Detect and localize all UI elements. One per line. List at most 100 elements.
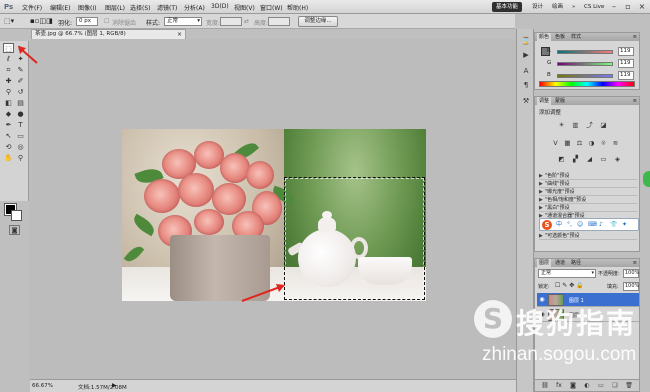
close-tab-icon[interactable]: × — [177, 30, 182, 39]
hue-saturation-icon[interactable]: ▦ — [563, 139, 572, 148]
preset-exposure[interactable]: ▶ "曝光度"预设 — [539, 189, 637, 196]
tab-paths[interactable]: 路径 — [569, 259, 583, 267]
blue-value[interactable]: 119 — [618, 71, 634, 80]
posterize-icon[interactable]: ▞ — [571, 155, 580, 164]
healing-brush-tool-icon[interactable]: ✚ — [3, 76, 14, 86]
menu-edit[interactable]: 编辑(E) — [50, 3, 70, 12]
invert-icon[interactable]: ◩ — [557, 155, 566, 164]
preset-levels[interactable]: ▶ "色阶"预设 — [539, 173, 637, 180]
3d-camera-tool-icon[interactable]: ◎ — [15, 142, 26, 152]
menu-3d[interactable]: 3D(D) — [211, 3, 229, 10]
panel-menu-icon[interactable]: ≡ — [633, 259, 637, 267]
document-image[interactable] — [122, 129, 426, 301]
clone-stamp-tool-icon[interactable]: ⚲ — [3, 87, 14, 97]
status-menu-arrow-icon[interactable]: ▶ — [112, 382, 117, 389]
preset-curves[interactable]: ▶ "曲线"预设 — [539, 181, 637, 188]
ime-skin-icon[interactable]: 👕 — [610, 221, 617, 229]
green-track[interactable] — [557, 62, 613, 66]
history-brush-tool-icon[interactable]: ↺ — [15, 87, 26, 97]
add-mask-icon[interactable]: ◙ — [569, 382, 577, 390]
crop-tool-icon[interactable]: ⌗ — [3, 65, 14, 75]
pen-tool-icon[interactable]: ✒ — [3, 120, 14, 130]
antialias-checkbox[interactable]: ☐ — [104, 18, 109, 25]
blur-tool-icon[interactable]: ◆ — [3, 109, 14, 119]
zoom-level[interactable]: 66.67% — [30, 380, 53, 392]
quick-mask-icon[interactable]: ◙ — [9, 225, 20, 235]
zoom-tool-icon[interactable]: ⚲ — [15, 153, 26, 163]
gradient-map-icon[interactable]: ▭ — [599, 155, 608, 164]
actions-panel-icon[interactable]: ▶ — [520, 49, 532, 61]
threshold-icon[interactable]: ◢ — [585, 155, 594, 164]
rect-marquee-tool-icon[interactable]: ⬚ — [3, 43, 14, 53]
green-value[interactable]: 119 — [618, 59, 634, 68]
blue-slider[interactable]: B 119 — [547, 71, 637, 81]
menu-filter[interactable]: 滤镜(T) — [157, 3, 177, 12]
panel-menu-icon[interactable]: ≡ — [633, 97, 637, 105]
tab-masks[interactable]: 蒙版 — [553, 97, 567, 105]
minimize-icon[interactable]: – — [608, 1, 620, 12]
green-slider[interactable]: G 119 — [547, 59, 637, 69]
black-white-icon[interactable]: ◑ — [587, 139, 596, 148]
ime-chinese-mode[interactable]: 中 — [556, 221, 562, 229]
link-layers-icon[interactable]: ⛓ — [541, 382, 549, 390]
photo-filter-icon[interactable]: ⌾ — [599, 139, 608, 148]
menu-analysis[interactable]: 分析(A) — [184, 3, 205, 12]
restore-icon[interactable]: ▫ — [622, 1, 634, 12]
tab-layers[interactable]: 图层 — [537, 259, 552, 267]
curves-icon[interactable]: ⤴ — [585, 121, 594, 130]
menu-view[interactable]: 视图(V) — [234, 3, 255, 12]
tab-adjustments[interactable]: 调整 — [537, 97, 552, 105]
feather-input[interactable]: 0 px — [76, 17, 98, 26]
color-balance-icon[interactable]: ⚖ — [575, 139, 584, 148]
fill-input[interactable]: 100% — [623, 282, 639, 291]
tab-color[interactable]: 颜色 — [537, 33, 552, 41]
menu-image[interactable]: 图像(I) — [78, 3, 96, 12]
ime-tools-icon[interactable]: ✦ — [622, 221, 627, 229]
height-input[interactable] — [268, 17, 290, 26]
history-panel-icon[interactable]: ⌛ — [520, 35, 532, 47]
exposure-icon[interactable]: ◪ — [599, 121, 608, 130]
ime-punctuation[interactable]: °, — [567, 221, 572, 229]
panel-menu-icon[interactable]: ≡ — [633, 33, 637, 41]
workspace-more-button[interactable]: » — [568, 2, 579, 12]
tab-swatches[interactable]: 色板 — [553, 33, 567, 41]
tool-presets-icon[interactable]: ⚒ — [520, 95, 532, 107]
brush-tool-icon[interactable]: ✐ — [15, 76, 26, 86]
tab-channels[interactable]: 通道 — [553, 259, 567, 267]
close-window-icon[interactable]: × — [636, 1, 648, 12]
workspace-painting-button[interactable]: 绘画 — [548, 2, 567, 12]
marquee-selection[interactable] — [284, 177, 425, 300]
side-green-tab[interactable] — [643, 171, 650, 187]
ime-keyboard-icon[interactable]: ⌨ — [588, 221, 597, 229]
preset-hue-saturation[interactable]: ▶ "色相/饱和度"预设 — [539, 197, 637, 204]
new-adjustment-layer-icon[interactable]: ◐ — [583, 382, 591, 390]
workspace-basic-button[interactable]: 基本功能 — [492, 2, 523, 12]
menu-select[interactable]: 选择(S) — [130, 3, 151, 12]
eyedropper-tool-icon[interactable]: ✎ — [15, 65, 26, 75]
path-select-tool-icon[interactable]: ↖ — [3, 131, 14, 141]
channel-mixer-icon[interactable]: ≋ — [611, 139, 620, 148]
background-color-swatch[interactable] — [11, 210, 22, 221]
document-tab[interactable]: 茶壶.jpg @ 66.7% (图层 1, RGB/8) × — [31, 29, 186, 39]
type-tool-icon[interactable]: T — [15, 120, 26, 130]
preset-selective-color[interactable]: ▶ "可选颜色"预设 — [539, 233, 637, 240]
shape-tool-icon[interactable]: ▭ — [15, 131, 26, 141]
new-layer-icon[interactable]: ❏ — [611, 382, 619, 390]
opacity-input[interactable]: 100% — [623, 269, 639, 278]
dodge-tool-icon[interactable]: ● — [15, 109, 26, 119]
cs-live-button[interactable]: CS Live — [580, 2, 608, 12]
character-panel-icon[interactable]: A — [520, 65, 532, 77]
tab-styles[interactable]: 样式 — [569, 33, 583, 41]
ime-emoji-icon[interactable]: ☺ — [577, 221, 583, 229]
selection-mode-icons[interactable]: ▪▫◫◨ — [30, 17, 53, 25]
marquee-tool-icon[interactable]: ⬚▾ — [4, 17, 14, 25]
menu-window[interactable]: 窗口(W) — [260, 3, 283, 12]
lock-icons[interactable]: ☐ ✎ ✥ 🔒 — [555, 282, 584, 289]
width-input[interactable] — [220, 17, 242, 26]
gradient-tool-icon[interactable]: ▤ — [15, 98, 26, 108]
new-group-icon[interactable]: ▭ — [597, 382, 605, 390]
sogou-logo-icon[interactable]: S — [542, 220, 552, 230]
eraser-tool-icon[interactable]: ◧ — [3, 98, 14, 108]
preset-black-white[interactable]: ▶ "黑白"预设 — [539, 205, 637, 212]
ime-voice-icon[interactable]: ♪ — [599, 221, 603, 229]
